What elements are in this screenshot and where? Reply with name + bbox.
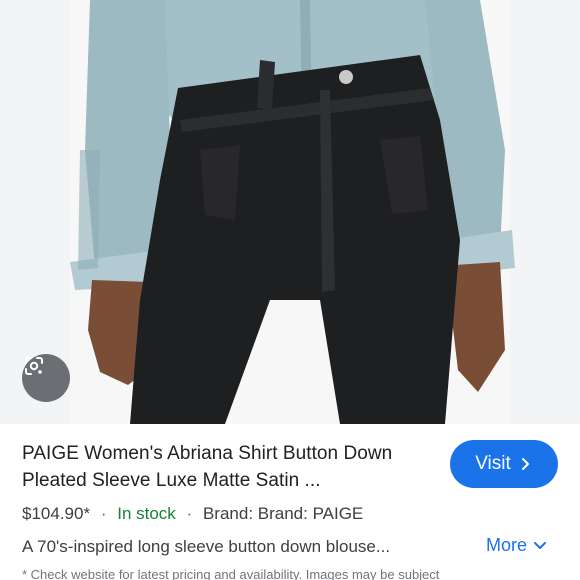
chevron-down-icon <box>534 541 547 549</box>
more-label: More <box>486 535 528 555</box>
brand-text: Brand: Brand: PAIGE <box>202 504 364 523</box>
separator-dot: · <box>186 504 193 523</box>
stock-status: In stock <box>117 504 176 523</box>
visit-button[interactable]: Visit <box>450 440 558 488</box>
more-button[interactable]: More <box>486 535 547 556</box>
product-title[interactable]: PAIGE Women's Abriana Shirt Button Down … <box>22 440 432 494</box>
google-lens-icon <box>25 357 43 375</box>
product-info-panel: PAIGE Women's Abriana Shirt Button Down … <box>0 424 580 580</box>
pricing-disclaimer: * Check website for latest pricing and a… <box>22 567 440 580</box>
price: $104.90* <box>22 504 91 523</box>
chevron-right-icon <box>521 458 529 470</box>
product-photo <box>0 0 580 424</box>
visit-label: Visit <box>475 453 511 474</box>
separator-dot: · <box>100 504 107 523</box>
price-stock-brand-row: $104.90* · In stock · Brand: Brand: PAIG… <box>22 504 363 524</box>
google-lens-button[interactable] <box>22 354 70 402</box>
product-description: A 70's-inspired long sleeve button down … <box>22 537 391 556</box>
product-image[interactable] <box>0 0 580 424</box>
